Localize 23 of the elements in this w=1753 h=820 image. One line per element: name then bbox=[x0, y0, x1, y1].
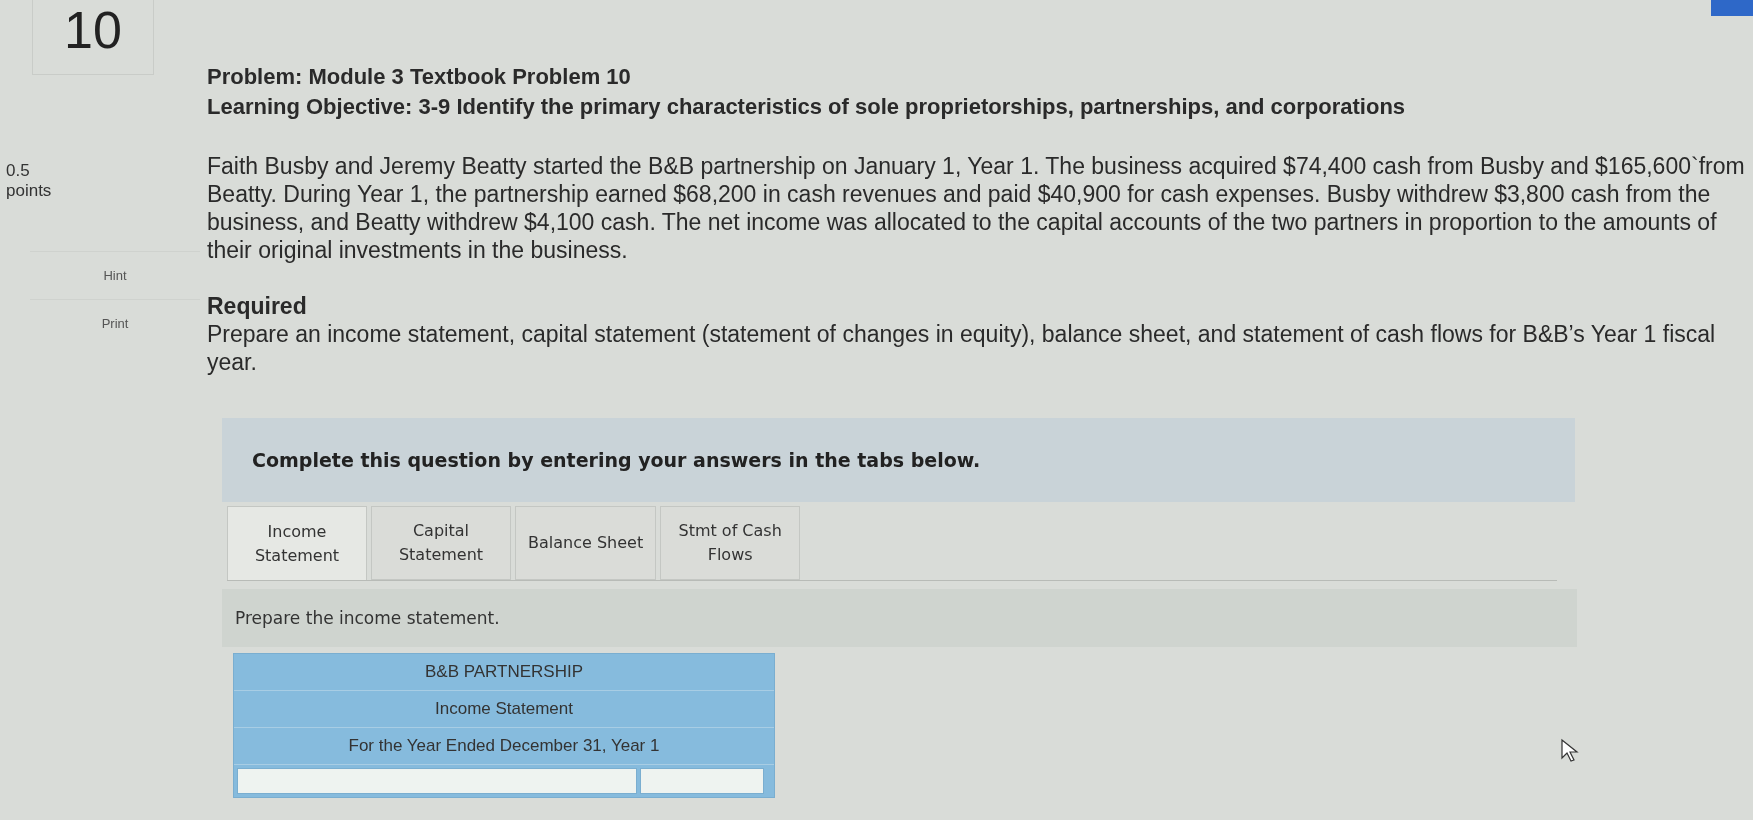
statement-header: B&B PARTNERSHIP bbox=[234, 654, 774, 691]
corner-bar bbox=[1711, 0, 1753, 16]
question-number: 10 bbox=[64, 0, 122, 60]
prompt-text: Prepare the income statement. bbox=[235, 608, 500, 628]
tab[interactable]: Stmt of Cash Flows bbox=[660, 506, 801, 580]
mouse-cursor-icon bbox=[1560, 738, 1580, 764]
statement-header: For the Year Ended December 31, Year 1 bbox=[234, 728, 774, 765]
tab[interactable]: Income Statement bbox=[227, 506, 367, 580]
points-value: 0.5 bbox=[6, 161, 30, 181]
learning-objective: Learning Objective: 3-9 Identify the primary characteristics of sole proprietorships, partnerships, and corporations bbox=[207, 93, 1407, 121]
side-button[interactable]: Print bbox=[30, 299, 200, 347]
problem-paragraph: Faith Busby and Jeremy Beatty started the B&B partnership on January 1, Year 1. The business acquired $74,400 cash from Busby and $165,600`from Beatty. During Year 1, the partnership earned $68,200 in cash revenues and paid $40,900 for cash expenses. Busby withdrew $3,800 cash from the business, and Beatty withdrew $4,100 cash. The net income was allocated to the capital accounts of the two partners in proportion to the amounts of their original investments in the business. bbox=[207, 152, 1746, 264]
side-button[interactable]: Hint bbox=[30, 251, 200, 299]
input-field[interactable] bbox=[640, 768, 764, 794]
input-field[interactable] bbox=[237, 768, 637, 794]
tab[interactable]: Balance Sheet bbox=[515, 506, 657, 580]
statement-header: Income Statement bbox=[234, 691, 774, 728]
required-text: Prepare an income statement, capital statement (statement of changes in equity), balance sheet, and statement of cash flows for B&B’s Year 1 fiscal year. bbox=[207, 320, 1717, 376]
required-heading: Required bbox=[207, 292, 308, 320]
points-label: points bbox=[6, 181, 52, 201]
tab[interactable]: Capital Statement bbox=[371, 506, 511, 580]
instruction-text: Complete this question by entering your answers in the tabs below. bbox=[252, 449, 981, 471]
problem-title: Problem: Module 3 Textbook Problem 10 bbox=[207, 63, 632, 91]
